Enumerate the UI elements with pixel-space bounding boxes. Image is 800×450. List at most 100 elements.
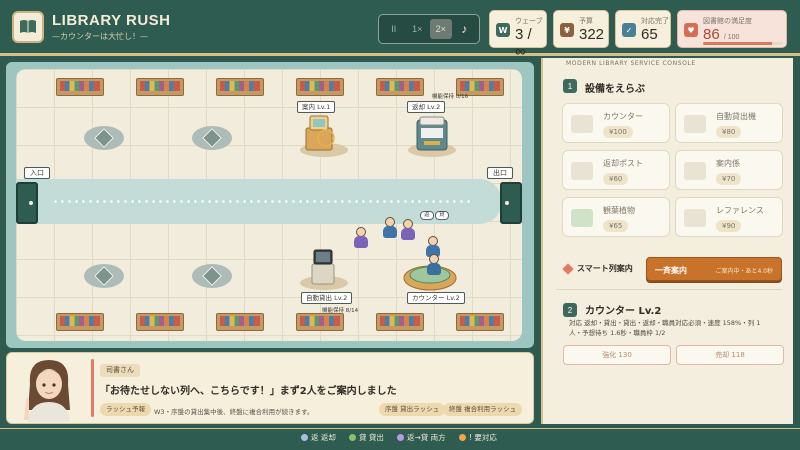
wave-label: ウェーブ — [515, 17, 543, 25]
legend-label: ! 要対応 — [469, 433, 497, 442]
music-toggle-button[interactable]: ♪ — [453, 19, 475, 39]
equipment-name: レファレンス — [716, 206, 764, 215]
broadcast-status: ご案内中・あと4.0秒 — [715, 268, 773, 275]
exit-door — [500, 182, 522, 224]
legend-dot-icon — [301, 434, 308, 441]
exit-label: 出口 — [487, 167, 513, 179]
wave-icon: W — [496, 23, 510, 37]
legend-item-checkout: 貸 貸出 — [349, 432, 384, 443]
served-value: 65 — [641, 26, 658, 43]
dialogue-accent-bar — [91, 359, 94, 417]
step-1-badge: 1 — [563, 79, 577, 93]
bookshelf — [456, 313, 504, 331]
rug-decoration — [192, 264, 232, 288]
budget-label: 予算 — [579, 17, 593, 25]
equipment-price: ¥60 — [603, 173, 629, 185]
late-rush-tag: 終盤 複合利用ラッシュ — [443, 403, 523, 416]
wave-value: 3 / ∞ — [515, 26, 532, 60]
guide-kiosk-station[interactable] — [302, 114, 336, 154]
budget-stat: ¥ 予算 322 — [553, 10, 609, 48]
return-post-icon — [571, 162, 593, 180]
equipment-card-guide[interactable]: 案内係 ¥70 — [675, 150, 783, 190]
bookshelf — [136, 78, 184, 96]
bookshelf — [56, 313, 104, 331]
counter-station-label: カウンター Lv.2 — [407, 292, 465, 304]
bookshelf — [136, 313, 184, 331]
upgrade-button[interactable]: 強化 130 — [563, 345, 671, 365]
equipment-name: カウンター — [603, 112, 643, 121]
served-label: 対応完了 — [641, 17, 669, 25]
satisfaction-bar-fill — [703, 42, 772, 45]
equipment-card-return-post[interactable]: 返却ポスト ¥60 — [562, 150, 670, 190]
equipment-card-kiosk[interactable]: 自動貸出機 ¥80 — [675, 103, 783, 143]
return-request-bubble: 返 — [420, 211, 434, 220]
lane-path-dots — [52, 200, 472, 203]
wave-stat: W ウェーブ 3 / ∞ — [489, 10, 547, 60]
equipment-card-plant[interactable]: 観葉植物 ¥65 — [562, 197, 670, 237]
satisfaction-value-wrap: 86 / 100 — [703, 26, 739, 43]
patron-character — [401, 219, 415, 241]
budget-value: 322 — [579, 26, 605, 43]
equipment-price: ¥65 — [603, 220, 629, 232]
rug-decoration — [84, 264, 124, 288]
equipment-price: ¥100 — [603, 126, 633, 138]
equipment-name: 自動貸出機 — [716, 112, 756, 121]
heart-icon: ♥ — [684, 23, 698, 37]
legend-item-both: 返→貸 両方 — [397, 432, 446, 443]
patron-character — [354, 227, 368, 249]
guide-icon — [684, 162, 706, 180]
pause-button[interactable]: II — [383, 19, 405, 39]
step-2-badge: 2 — [563, 303, 577, 317]
satisfaction-max: / 100 — [723, 34, 740, 41]
game-subtitle: —カウンターは大忙し！— — [52, 32, 148, 41]
sell-button[interactable]: 売却 118 — [676, 345, 784, 365]
satisfaction-value: 86 — [703, 26, 720, 43]
rush-forecast-note: W3・序盤の貸出集中後、終盤に複合利用が続きます。 — [154, 408, 314, 416]
return-machine-station[interactable] — [414, 114, 452, 154]
equipment-name: 案内係 — [716, 159, 740, 168]
equipment-card-reference[interactable]: レファレンス ¥90 — [675, 197, 783, 237]
legend-dot-icon — [349, 434, 356, 441]
panel-title: MODERN LIBRARY SERVICE CONSOLE — [566, 60, 696, 67]
check-icon: ✓ — [622, 23, 636, 37]
equipment-heading: 設備をえらぶ — [585, 84, 645, 95]
bookshelf — [376, 313, 424, 331]
satisfaction-bar — [703, 42, 783, 45]
legend-label: 返→貸 両方 — [407, 433, 446, 442]
bookshelf — [56, 78, 104, 96]
legend-dot-icon — [397, 434, 404, 441]
station-detail-line-2: 人・予想待ち 1.6秒・職員枠 1/2 — [569, 329, 666, 337]
speed-1x-button[interactable]: 1× — [406, 19, 428, 39]
entrance-door — [16, 182, 38, 224]
equipment-name: 返却ポスト — [603, 159, 643, 168]
legend-label: 返 返却 — [311, 433, 336, 442]
equipment-card-counter[interactable]: カウンター ¥100 — [562, 103, 670, 143]
bookshelf — [376, 78, 424, 96]
rug-decoration — [84, 126, 124, 150]
bookshelf — [216, 78, 264, 96]
self-checkout-kiosk-station[interactable] — [306, 248, 340, 288]
bookshelf — [216, 313, 264, 331]
early-rush-tag: 序盤 貸出ラッシュ — [379, 403, 446, 416]
satisfaction-label: 図書館の満足度 — [703, 17, 752, 25]
equipment-price: ¥80 — [716, 126, 742, 138]
selected-station-title: カウンター Lv.2 — [585, 306, 662, 317]
guide-station-label: 案内 Lv.1 — [297, 101, 336, 113]
dialogue-text: 「お待たせしない列へ、こちらです！」まず2人をご案内しました — [100, 386, 397, 397]
rush-forecast-tag: ラッシュ予報 — [100, 403, 151, 416]
speed-controls: II 1× 2× ♪ — [378, 14, 480, 44]
librarian-portrait — [24, 360, 70, 422]
broadcast-button-label: 一斉案内 — [655, 266, 687, 275]
reference-icon — [684, 209, 706, 227]
book-logo-icon — [12, 11, 44, 43]
legend-item-return: 返 返却 — [301, 432, 336, 443]
speaker-name: 司書さん — [100, 364, 140, 377]
yen-icon: ¥ — [560, 23, 574, 37]
counter-icon — [571, 115, 593, 133]
broadcast-guide-button[interactable]: 一斉案内 ご案内中・あと4.0秒 — [646, 257, 782, 281]
bookshelf — [296, 313, 344, 331]
self-checkout-station-label: 自動貸出 Lv.2 — [301, 292, 353, 304]
panel-divider — [556, 289, 782, 290]
selected-station-details: 対応 返却・貸出・貸出・返却・職員対応必須・速度 158%・列 1 人・予想待ち… — [569, 318, 784, 338]
speed-2x-button[interactable]: 2× — [429, 19, 452, 39]
